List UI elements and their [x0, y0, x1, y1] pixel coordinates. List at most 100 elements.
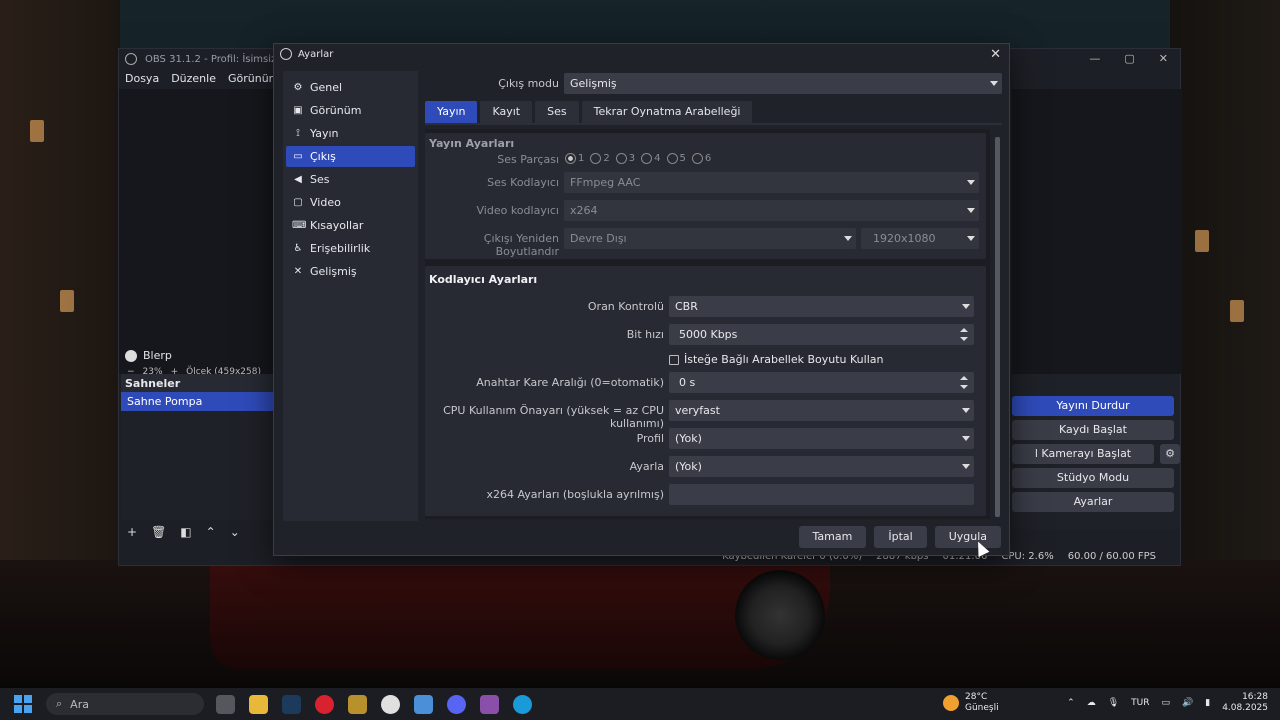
video-encoder-select[interactable]: x264 — [564, 200, 979, 221]
audio-track-radios: 1 2 3 4 5 6 — [565, 153, 711, 164]
monitor-icon[interactable]: ▭ — [1162, 698, 1171, 708]
app-icon[interactable] — [480, 694, 499, 714]
steam-icon[interactable] — [282, 694, 301, 714]
tune-select[interactable]: (Yok) — [669, 456, 974, 477]
ok-button[interactable]: Tamam — [798, 526, 867, 548]
obs-logo-icon — [125, 53, 137, 65]
cancel-button[interactable]: İptal — [874, 526, 927, 548]
rate-control-value: CBR — [675, 300, 698, 313]
bitrate-spinbox[interactable]: 5000 Kbps — [669, 324, 974, 345]
rescale-resolution-select[interactable]: 1920x1080 — [861, 228, 979, 249]
sidebar-item-stream[interactable]: ⟟ Yayın — [286, 123, 415, 144]
audio-track-radio[interactable]: 5 — [666, 153, 686, 164]
audio-track-radio[interactable]: 3 — [615, 153, 635, 164]
edge-icon[interactable] — [513, 694, 532, 714]
cloud-icon[interactable]: ☁ — [1087, 698, 1096, 708]
taskbar-search[interactable]: ⌕ Ara — [46, 693, 204, 715]
studio-mode-button[interactable]: Stüdyo Modu — [1012, 468, 1174, 488]
profile-select[interactable]: (Yok) — [669, 428, 974, 449]
windows-start-icon[interactable] — [14, 695, 32, 713]
menu-view[interactable]: Görünüm — [228, 72, 279, 85]
rescale-select[interactable]: Devre Dışı — [564, 228, 856, 249]
sidebar-item-video[interactable]: ▢ Video — [286, 192, 415, 213]
menu-file[interactable]: Dosya — [125, 72, 159, 85]
battery-icon[interactable]: ▮ — [1205, 698, 1210, 708]
sidebar-item-advanced[interactable]: ✕ Gelişmiş — [286, 261, 415, 282]
tab-stream[interactable]: Yayın — [425, 101, 478, 123]
audio-track-radio[interactable]: 2 — [590, 153, 610, 164]
obs-taskbar-icon[interactable] — [381, 694, 400, 714]
preset-select[interactable]: veryfast — [669, 400, 974, 421]
sidebar-item-general[interactable]: ⚙ Genel — [286, 77, 415, 98]
volume-icon[interactable]: 🔊 — [1182, 698, 1193, 708]
sidebar-item-appearance[interactable]: ▣ Görünüm — [286, 100, 415, 121]
trash-icon[interactable]: 🗑 — [151, 525, 166, 539]
stream-settings-group: Yayın Ayarları Ses Parçası 1 2 3 4 5 6 S… — [425, 133, 986, 259]
chevron-down-icon — [844, 236, 852, 241]
checkbox-box[interactable] — [669, 354, 679, 365]
app-icon[interactable] — [414, 694, 433, 714]
start-record-button[interactable]: Kaydı Başlat — [1012, 420, 1174, 440]
audio-track-radio[interactable]: 1 — [565, 153, 584, 164]
audio-encoder-select[interactable]: FFmpeg AAC — [564, 172, 979, 193]
window-light — [30, 120, 44, 142]
controls-panel: Yayını Durdur Kaydı Başlat l Kamerayı Ba… — [1012, 374, 1180, 529]
bitrate-label: Bit hızı — [626, 328, 664, 341]
settings-button[interactable]: Ayarlar — [1012, 492, 1174, 512]
spin-down-icon[interactable] — [960, 337, 968, 341]
sidebar-item-hotkeys[interactable]: ⌨ Kısayollar — [286, 215, 415, 236]
spin-up-icon[interactable] — [960, 328, 968, 332]
close-icon[interactable]: ✕ — [990, 47, 1001, 62]
sidebar-item-audio[interactable]: ◀ Ses — [286, 169, 415, 190]
output-tabs: Yayın Kayıt Ses Tekrar Oynatma Arabelleğ… — [425, 101, 753, 123]
preview-area[interactable]: − 23% + Ölçek (459x258) — [119, 89, 274, 377]
weather-widget[interactable]: 28°C Güneşli — [943, 692, 999, 714]
custom-buffer-checkbox[interactable]: İsteğe Bağlı Arabellek Boyutu Kullan — [669, 353, 883, 366]
output-mode-select[interactable]: Gelişmiş — [564, 73, 1002, 94]
clock[interactable]: 16:28 4.08.2025 — [1222, 692, 1268, 714]
sidebar-item-accessibility[interactable]: ♿ Erişebilirlik — [286, 238, 415, 259]
rate-control-select[interactable]: CBR — [669, 296, 974, 317]
move-down-icon[interactable]: ⌄ — [230, 525, 240, 539]
scenes-list: Sahne Pompa — [121, 392, 274, 520]
stop-stream-button[interactable]: Yayını Durdur — [1012, 396, 1174, 416]
keyboard-icon: ⌨ — [292, 220, 307, 231]
spin-down-icon[interactable] — [960, 385, 968, 389]
rescale-value: Devre Dışı — [570, 232, 627, 245]
league-of-legends-icon[interactable] — [348, 694, 367, 714]
tab-audio[interactable]: Ses — [535, 101, 579, 123]
x264-options-input[interactable] — [669, 484, 974, 505]
tune-label: Ayarla — [629, 460, 664, 473]
audio-track-radio[interactable]: 6 — [691, 153, 712, 164]
close-icon[interactable]: ✕ — [1159, 52, 1168, 65]
radio-label: 1 — [578, 153, 585, 164]
virtual-camera-gear-icon[interactable]: ⚙ — [1160, 444, 1180, 464]
opera-icon[interactable] — [315, 694, 334, 714]
keyframe-spinbox[interactable]: 0 s — [669, 372, 974, 393]
sidebar-item-label: Video — [310, 196, 341, 209]
minimize-icon[interactable]: — — [1089, 52, 1100, 65]
move-up-icon[interactable]: ⌃ — [206, 525, 216, 539]
radio-label: 6 — [704, 153, 712, 164]
menu-edit[interactable]: Düzenle — [171, 72, 216, 85]
sidebar-item-output[interactable]: ▭ Çıkış — [286, 146, 415, 167]
tab-recording[interactable]: Kayıt — [480, 101, 533, 123]
microphone-icon[interactable]: 🎙 — [1108, 698, 1119, 708]
maximize-icon[interactable]: ▢ — [1124, 52, 1134, 65]
audio-track-radio[interactable]: 4 — [641, 153, 661, 164]
filter-icon[interactable]: ◧ — [180, 525, 191, 539]
scrollbar-thumb[interactable] — [995, 137, 1000, 517]
file-explorer-icon[interactable] — [249, 694, 268, 714]
language-indicator[interactable]: TUR — [1131, 698, 1149, 708]
virtual-camera-button[interactable]: l Kamerayı Başlat — [1012, 444, 1154, 464]
settings-scrollbar[interactable] — [995, 137, 1000, 517]
chevron-down-icon — [967, 208, 975, 213]
scene-item[interactable]: Sahne Pompa — [121, 392, 274, 411]
apply-button[interactable]: Uygula — [934, 526, 1001, 548]
discord-icon[interactable] — [447, 694, 466, 714]
tab-replay-buffer[interactable]: Tekrar Oynatma Arabelleği — [581, 101, 753, 123]
spin-up-icon[interactable] — [960, 376, 968, 380]
chevron-up-icon[interactable]: ⌃ — [1067, 698, 1075, 708]
task-view-icon[interactable] — [216, 694, 235, 714]
add-scene-icon[interactable]: + — [127, 525, 137, 539]
